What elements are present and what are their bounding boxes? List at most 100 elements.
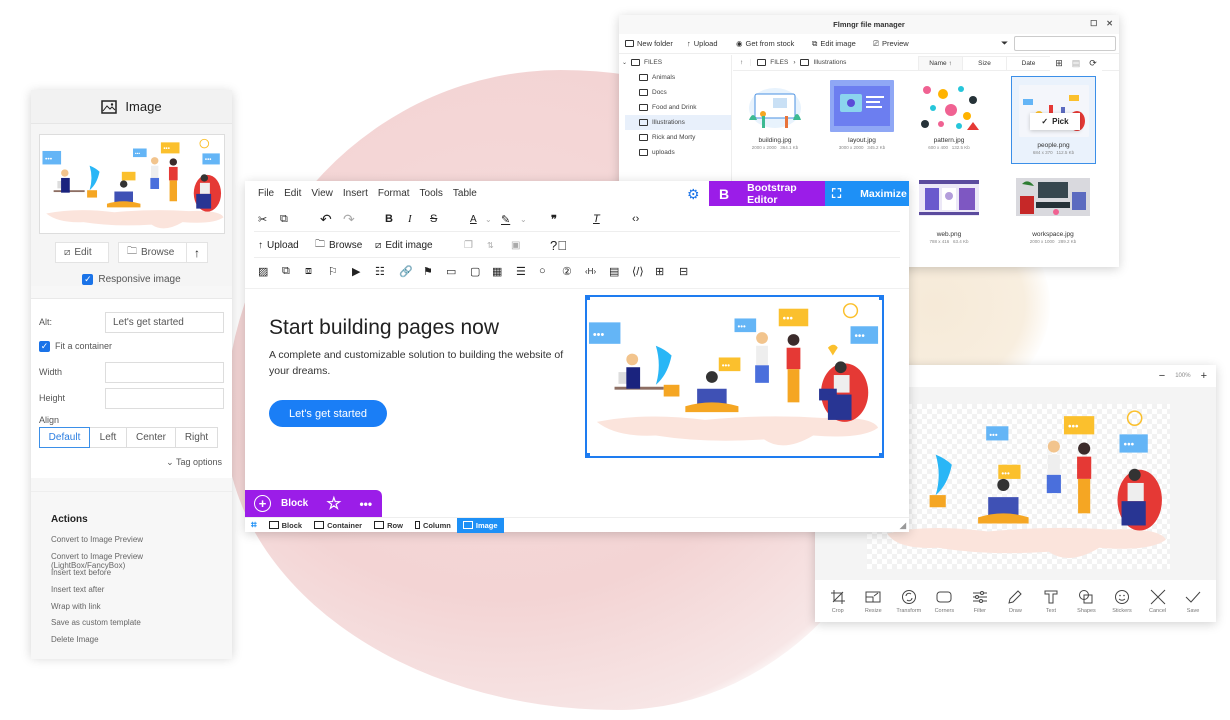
draw-tool[interactable]: Draw: [998, 589, 1032, 614]
path-root[interactable]: FILES: [770, 59, 788, 66]
grid-view-icon[interactable]: ⊞: [1050, 56, 1068, 71]
text-tool[interactable]: Text: [1034, 589, 1068, 614]
action-item[interactable]: Convert to Image Preview: [51, 535, 212, 552]
width-input[interactable]: [105, 361, 224, 383]
action-item[interactable]: Insert text after: [51, 585, 212, 602]
italic-icon[interactable]: I: [408, 206, 412, 232]
crumb-container[interactable]: Container: [308, 518, 368, 533]
alt-input[interactable]: Let's get started: [105, 311, 224, 333]
blockquote-icon[interactable]: ❞: [551, 206, 557, 232]
heading-icon[interactable]: ‹H›: [585, 258, 596, 284]
selected-image[interactable]: ••• ••• ••• ••• •••: [585, 295, 884, 458]
menu-format[interactable]: Format: [378, 188, 410, 199]
menu-insert[interactable]: Insert: [343, 188, 368, 199]
browse-button[interactable]: 🗀 Browse: [118, 242, 187, 263]
action-item[interactable]: Wrap with link: [51, 602, 212, 619]
save-button[interactable]: Save: [1176, 589, 1210, 614]
video-icon[interactable]: ▶: [352, 258, 360, 284]
maximize-window-icon[interactable]: ☐: [1090, 19, 1097, 28]
edit-image-button[interactable]: ⧄ Edit image: [375, 232, 433, 258]
tree-folder-selected[interactable]: Illustrations: [625, 115, 731, 130]
sort-date[interactable]: Date: [1006, 56, 1051, 71]
bookmark-icon[interactable]: ⚑: [423, 258, 433, 284]
preview-button[interactable]: ⎚ Preview: [873, 39, 909, 49]
add-block-icon[interactable]: +: [254, 495, 271, 512]
action-item[interactable]: Save as custom template: [51, 618, 212, 635]
file-search-input[interactable]: [1014, 36, 1116, 51]
cut-icon[interactable]: ✂: [258, 206, 267, 232]
shapes-tool[interactable]: Shapes: [1069, 589, 1103, 614]
tree-folder[interactable]: Food and Drink: [619, 100, 731, 115]
upload-button[interactable]: ↑ Upload: [258, 232, 299, 258]
align-default[interactable]: Default: [39, 427, 90, 448]
action-item[interactable]: Insert text before: [51, 568, 212, 585]
file-item[interactable]: pattern.jpg 600 x 400 132.5 Kb: [907, 72, 991, 160]
tag-options-toggle[interactable]: ⌄ Tag options: [39, 457, 224, 468]
comments-icon[interactable]: ❐: [464, 232, 473, 258]
responsive-image-checkbox[interactable]: ✓ Responsive image: [39, 272, 224, 286]
tree-root[interactable]: ⌄ FILES: [619, 55, 731, 70]
tree-folder[interactable]: uploads: [619, 145, 731, 160]
up-folder-icon[interactable]: ↑: [733, 59, 752, 66]
zoom-out-button[interactable]: −: [1159, 370, 1165, 382]
resize-tool[interactable]: Resize: [856, 589, 890, 614]
help-icon[interactable]: ?⃝: [550, 232, 567, 258]
sort-size[interactable]: Size: [962, 56, 1007, 71]
edit-image-button[interactable]: ⧉ Edit image: [812, 39, 856, 49]
speech-bubble-icon[interactable]: ○: [539, 258, 546, 284]
accordion-icon[interactable]: ☰: [516, 258, 526, 284]
resize-handle[interactable]: [879, 453, 882, 456]
file-item[interactable]: web.png 788 x 416 63.4 Kb: [907, 166, 991, 254]
select-all-icon[interactable]: ⌗: [245, 518, 263, 533]
tree-folder[interactable]: Rick and Morty: [619, 130, 731, 145]
editor-content[interactable]: Start building pages now A complete and …: [245, 288, 909, 500]
crumb-image-active[interactable]: Image: [456, 517, 504, 533]
more-icon[interactable]: •••: [359, 497, 372, 511]
browse-button[interactable]: 🗀 Browse: [315, 232, 362, 258]
highlight-color-icon[interactable]: ✎: [501, 206, 510, 232]
file-item[interactable]: layout.jpg 3000 x 2000 345.2 Kb: [820, 72, 904, 160]
resize-handle[interactable]: [587, 453, 590, 456]
pick-button[interactable]: ✓ Pick: [1030, 113, 1080, 130]
chevron-down-icon[interactable]: ⌄: [520, 206, 527, 232]
transform-tool[interactable]: Transform: [892, 589, 926, 614]
cta-button[interactable]: Let's get started: [269, 400, 387, 427]
tree-folder[interactable]: Animals: [619, 70, 731, 85]
align-center[interactable]: Center: [126, 427, 176, 448]
strikethrough-icon[interactable]: S: [430, 206, 437, 232]
undo-icon[interactable]: ↶: [320, 206, 332, 232]
grid-icon[interactable]: ⊞: [655, 258, 664, 284]
chevron-down-icon[interactable]: ⌄: [485, 206, 492, 232]
star-icon[interactable]: ☆: [326, 494, 341, 514]
insert-media-icon[interactable]: ⧈: [305, 258, 312, 284]
crumb-row[interactable]: Row: [368, 518, 409, 533]
block-label[interactable]: Block: [281, 498, 308, 509]
height-input[interactable]: [105, 387, 224, 409]
resize-handle[interactable]: [879, 297, 882, 300]
menu-table[interactable]: Table: [453, 188, 477, 199]
clear-formatting-icon[interactable]: T: [593, 206, 600, 232]
gear-icon[interactable]: ⚙: [687, 186, 700, 203]
insert-image-icon[interactable]: ▨: [258, 258, 268, 284]
resize-grip-icon[interactable]: ◢: [900, 521, 906, 530]
align-left[interactable]: Left: [89, 427, 127, 448]
resize-handle[interactable]: [587, 297, 590, 300]
upload-button[interactable]: ↑ Upload: [687, 39, 718, 48]
file-item[interactable]: building.jpg 2000 x 2000 364.1 Kb: [733, 72, 817, 160]
fit-container-checkbox[interactable]: ✓ Fit a container: [39, 335, 224, 357]
code-icon[interactable]: ⟨/⟩: [632, 258, 644, 284]
cancel-button[interactable]: Cancel: [1141, 589, 1175, 614]
sort-name[interactable]: Name ↑: [918, 56, 963, 71]
accessibility-icon[interactable]: ▣: [511, 232, 520, 258]
align-right[interactable]: Right: [175, 427, 218, 448]
corners-tool[interactable]: Corners: [927, 589, 961, 614]
copy-icon[interactable]: ⧉: [280, 206, 288, 232]
link-icon[interactable]: 🔗: [399, 258, 413, 284]
divider-icon[interactable]: ⊟: [679, 258, 688, 284]
table-icon[interactable]: ☷: [375, 258, 385, 284]
crumb-block[interactable]: Block: [263, 518, 308, 533]
filter-icon[interactable]: ⏷: [1001, 38, 1008, 49]
action-item[interactable]: Convert to Image Preview (LightBox/Fancy…: [51, 552, 212, 570]
menu-tools[interactable]: Tools: [420, 188, 443, 199]
carousel-icon[interactable]: ▦: [492, 258, 502, 284]
